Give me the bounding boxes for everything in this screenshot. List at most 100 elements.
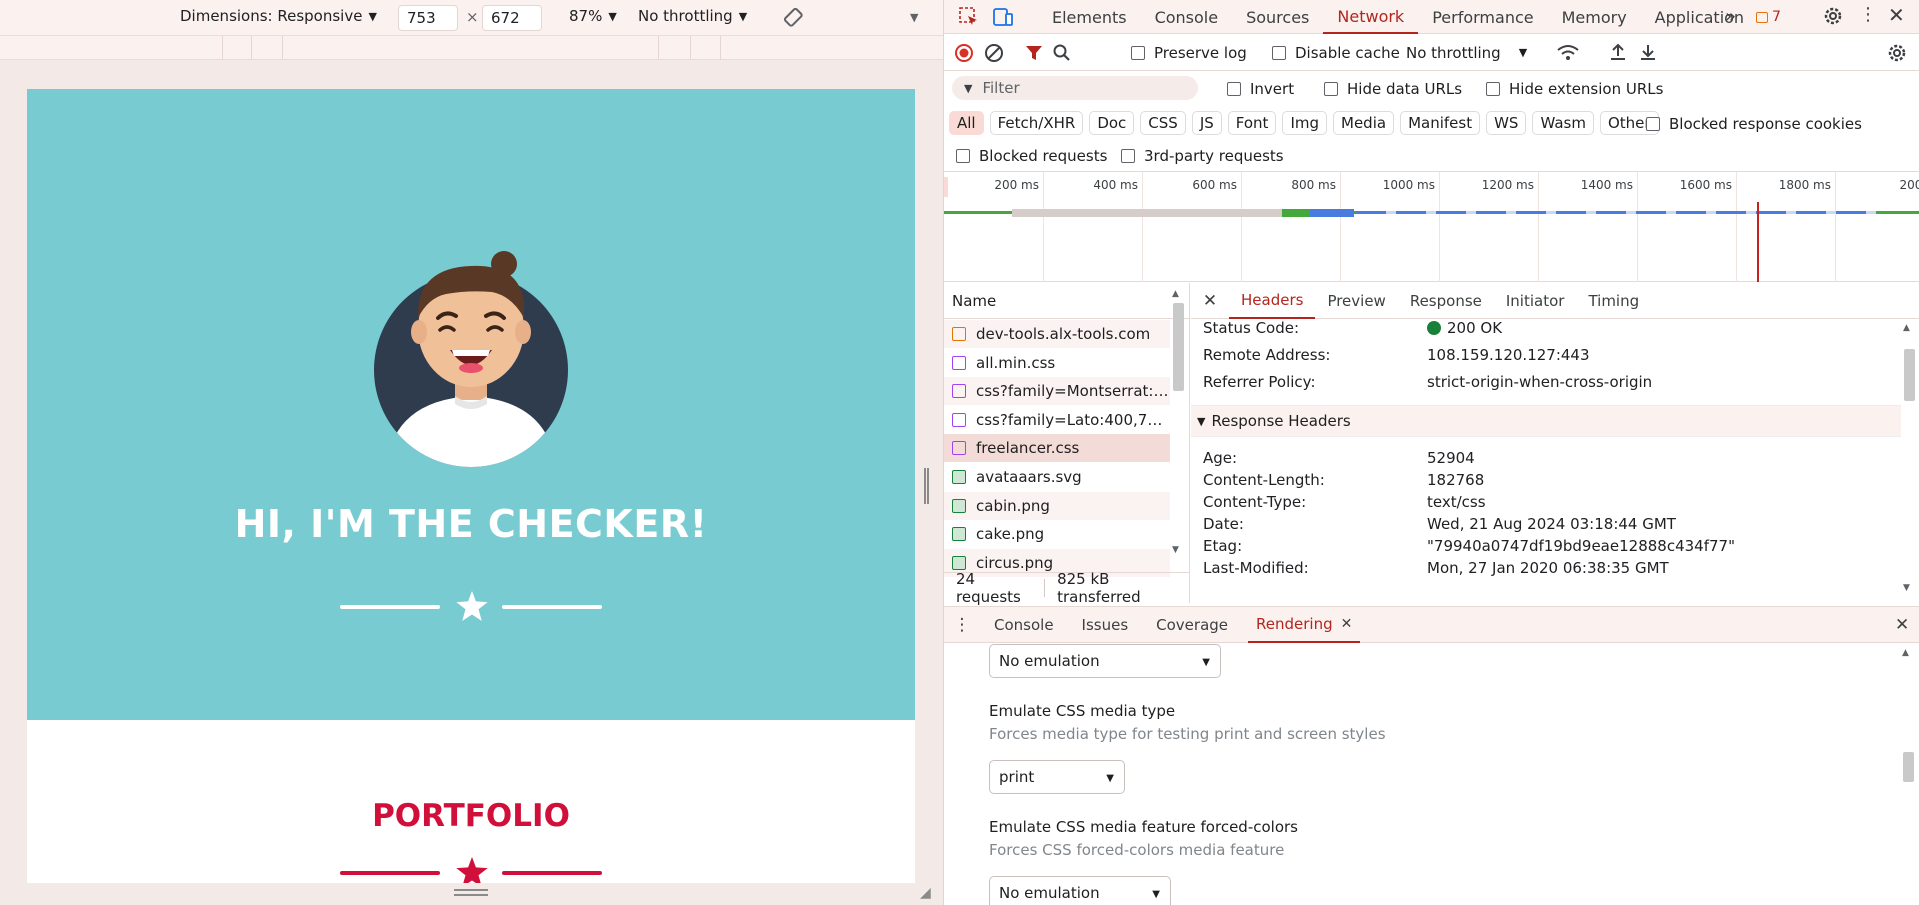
resize-handle-bottom[interactable]: [454, 889, 488, 896]
scroll-down-icon[interactable]: ▼: [1903, 583, 1910, 593]
more-tabs-icon[interactable]: »: [1725, 6, 1736, 27]
dimensions-dropdown[interactable]: Dimensions: Responsive ▼: [180, 7, 377, 25]
type-filter-fetch-xhr[interactable]: Fetch/XHR: [989, 111, 1084, 135]
request-row[interactable]: css?family=Lato:400,700,40...: [944, 406, 1170, 434]
scroll-thumb[interactable]: [1173, 303, 1184, 391]
drawer-tab-issues[interactable]: Issues: [1068, 616, 1143, 634]
throttling-dropdown[interactable]: No throttling ▼: [638, 7, 747, 25]
hide-extension-urls-checkbox[interactable]: Hide extension URLs: [1486, 80, 1663, 98]
disable-cache-checkbox[interactable]: Disable cache: [1272, 44, 1400, 62]
type-filter-img[interactable]: Img: [1282, 111, 1328, 135]
scroll-up-icon[interactable]: ▲: [1172, 289, 1186, 299]
forced-colors-select[interactable]: No emulation ▼: [989, 876, 1171, 905]
hide-data-urls-checkbox[interactable]: Hide data URLs: [1324, 80, 1462, 98]
emulation-select[interactable]: No emulation ▼: [989, 644, 1221, 678]
tab-memory[interactable]: Memory: [1548, 0, 1641, 34]
tab-elements[interactable]: Elements: [1038, 0, 1141, 34]
invert-checkbox[interactable]: Invert: [1227, 80, 1294, 98]
details-scrollbar[interactable]: ▲ ▼: [1903, 323, 1917, 593]
overview-handle-left[interactable]: [944, 177, 948, 197]
tab-timing[interactable]: Timing: [1576, 292, 1651, 310]
type-filter-doc[interactable]: Doc: [1089, 111, 1135, 135]
tab-initiator[interactable]: Initiator: [1494, 292, 1577, 310]
drawer-tab-console[interactable]: Console: [980, 616, 1068, 634]
response-headers-section[interactable]: ▼ Response Headers: [1191, 405, 1901, 437]
import-har-icon[interactable]: [1608, 42, 1628, 62]
network-throttling-dropdown[interactable]: No throttling ▼: [1406, 44, 1527, 62]
height-input[interactable]: 672: [482, 5, 542, 31]
request-list-scrollbar[interactable]: ▲ ▼: [1172, 289, 1186, 555]
preserve-log-checkbox[interactable]: Preserve log: [1131, 44, 1247, 62]
type-filter-all[interactable]: All: [949, 111, 984, 135]
name-column-header[interactable]: Name: [944, 283, 1190, 319]
type-filter-font[interactable]: Font: [1227, 111, 1277, 135]
filter-input[interactable]: ▼ Filter: [952, 76, 1198, 100]
tab-sources[interactable]: Sources: [1232, 0, 1323, 34]
rotate-icon[interactable]: [782, 6, 806, 30]
close-details-icon[interactable]: ✕: [1191, 291, 1229, 311]
request-row[interactable]: dev-tools.alx-tools.com: [944, 320, 1170, 348]
close-tab-icon[interactable]: ✕: [1341, 616, 1353, 632]
blocked-response-cookies-checkbox[interactable]: Blocked response cookies: [1646, 115, 1862, 133]
device-toggle-icon[interactable]: [992, 6, 1014, 28]
type-filter-ws[interactable]: WS: [1486, 111, 1527, 135]
type-filter-wasm[interactable]: Wasm: [1532, 111, 1594, 135]
third-party-checkbox[interactable]: 3rd-party requests: [1121, 147, 1284, 165]
tab-response[interactable]: Response: [1398, 292, 1494, 310]
blocked-requests-checkbox[interactable]: Blocked requests: [956, 147, 1107, 165]
type-filter-manifest[interactable]: Manifest: [1400, 111, 1481, 135]
drawer-tab-rendering[interactable]: Rendering ✕: [1248, 606, 1361, 643]
inspect-element-icon[interactable]: [958, 6, 980, 28]
document-icon: [952, 327, 966, 341]
kebab-menu-icon[interactable]: ⋮: [1859, 4, 1877, 25]
request-row[interactable]: css?family=Montserrat:400,...: [944, 377, 1170, 406]
tab-performance[interactable]: Performance: [1418, 0, 1547, 34]
checkbox-box: [1324, 82, 1338, 96]
rendering-scrollbar[interactable]: ▲: [1902, 648, 1916, 898]
resize-handle-right[interactable]: [924, 468, 929, 504]
tab-network[interactable]: Network: [1323, 0, 1419, 34]
network-conditions-icon[interactable]: [1556, 42, 1580, 62]
network-settings-icon[interactable]: [1886, 42, 1908, 64]
request-row[interactable]: freelancer.css: [944, 434, 1170, 463]
scroll-up-icon[interactable]: ▲: [1903, 323, 1917, 333]
drawer-menu-icon[interactable]: ⋮: [944, 615, 980, 635]
more-options-icon[interactable]: ▼: [910, 11, 918, 24]
emulated-page: HI, I'M THE CHECKER! PORTFOLIO: [27, 89, 915, 883]
close-devtools-icon[interactable]: ✕: [1888, 3, 1905, 27]
issues-badge[interactable]: 7: [1756, 9, 1781, 25]
scroll-thumb[interactable]: [1904, 349, 1915, 401]
timeline-gridline: [1736, 172, 1737, 282]
tab-headers[interactable]: Headers: [1229, 283, 1316, 319]
header-key: Last-Modified:: [1203, 558, 1309, 577]
tab-application[interactable]: Application: [1641, 0, 1758, 34]
scroll-thumb[interactable]: [1903, 752, 1914, 782]
scroll-up-icon[interactable]: ▲: [1902, 648, 1916, 658]
type-filter-media[interactable]: Media: [1333, 111, 1395, 135]
expand-triangle-icon: ▼: [1197, 414, 1206, 428]
export-har-icon[interactable]: [1638, 42, 1658, 62]
drawer-tab-coverage[interactable]: Coverage: [1142, 616, 1242, 634]
request-row[interactable]: all.min.css: [944, 349, 1170, 377]
clear-icon[interactable]: [984, 43, 1004, 63]
type-filter-js[interactable]: JS: [1191, 111, 1222, 135]
filter-icon[interactable]: [1024, 43, 1044, 63]
image-icon: [952, 527, 966, 542]
scroll-down-icon[interactable]: ▼: [1172, 545, 1179, 555]
close-drawer-icon[interactable]: ✕: [1895, 615, 1909, 635]
zoom-dropdown[interactable]: 87% ▼: [569, 7, 617, 25]
type-filter-css[interactable]: CSS: [1140, 111, 1186, 135]
request-row[interactable]: cabin.png: [944, 491, 1170, 520]
request-row[interactable]: avataaars.svg: [944, 463, 1170, 491]
record-icon[interactable]: [954, 43, 974, 63]
settings-icon[interactable]: [1822, 5, 1844, 27]
resize-corner-icon[interactable]: ◢: [920, 885, 931, 901]
timeline-gridline: [1439, 172, 1440, 282]
tab-preview[interactable]: Preview: [1315, 292, 1397, 310]
checkbox-box: [1646, 117, 1660, 131]
request-row[interactable]: cake.png: [944, 520, 1170, 548]
tab-console[interactable]: Console: [1141, 0, 1233, 34]
media-type-select[interactable]: print ▼: [989, 760, 1125, 794]
width-input[interactable]: 753: [398, 5, 458, 31]
search-icon[interactable]: [1052, 43, 1072, 63]
